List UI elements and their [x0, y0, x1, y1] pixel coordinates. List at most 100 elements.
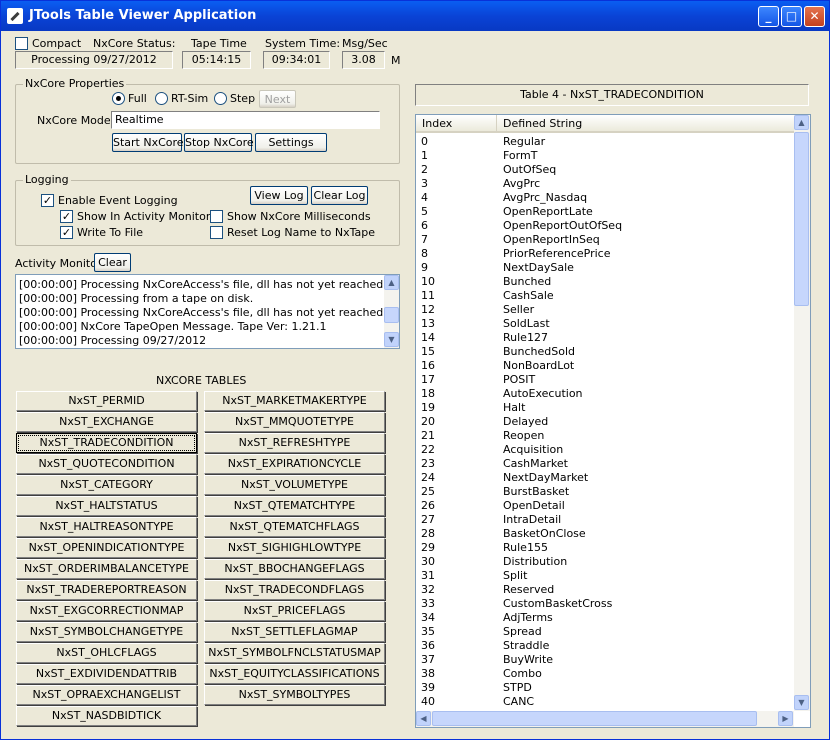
table-row[interactable]: 1 FormT	[416, 149, 796, 163]
table-row[interactable]: 7 OpenReportInSeq	[416, 233, 796, 247]
table-button-nxst-volumetype[interactable]: NxST_VOLUMETYPE	[204, 475, 385, 495]
show-nxcore-ms-checkbox[interactable]	[210, 210, 223, 223]
table-button-nxst-exdividendattrib[interactable]: NxST_EXDIVIDENDATTRIB	[16, 664, 197, 684]
view-log-button[interactable]: View Log	[250, 186, 308, 205]
table-row[interactable]: 39 STPD	[416, 681, 796, 695]
table-button-nxst-ohlcflags[interactable]: NxST_OHLCFLAGS	[16, 643, 197, 663]
table-row[interactable]: 22 Acquisition	[416, 443, 796, 457]
table-row[interactable]: 14 Rule127	[416, 331, 796, 345]
clear-log-button[interactable]: Clear Log	[311, 186, 368, 205]
table-row[interactable]: 34 AdjTerms	[416, 611, 796, 625]
table-button-nxst-exgcorrectionmap[interactable]: NxST_EXGCORRECTIONMAP	[16, 601, 197, 621]
table-row[interactable]: 9 NextDaySale	[416, 261, 796, 275]
table-row[interactable]: 5 OpenReportLate	[416, 205, 796, 219]
table-button-nxst-openindicationtype[interactable]: NxST_OPENINDICATIONTYPE	[16, 538, 197, 558]
table-row[interactable]: 17 POSIT	[416, 373, 796, 387]
table-button-nxst-quotecondition[interactable]: NxST_QUOTECONDITION	[16, 454, 197, 474]
scroll-down-icon[interactable]: ▼	[384, 332, 399, 347]
scroll-up-icon[interactable]: ▲	[384, 275, 399, 290]
minimize-button[interactable]: _	[758, 6, 779, 27]
table-row[interactable]: 6 OpenReportOutOfSeq	[416, 219, 796, 233]
mode-full-radio[interactable]	[112, 92, 125, 105]
table-row[interactable]: 32 Reserved	[416, 583, 796, 597]
table-button-nxst-symbolfnclstatusmap[interactable]: NxST_SYMBOLFNCLSTATUSMAP	[204, 643, 385, 663]
table-row[interactable]: 16 NonBoardLot	[416, 359, 796, 373]
table-button-nxst-nasdbidtick[interactable]: NxST_NASDBIDTICK	[16, 706, 197, 726]
settings-button[interactable]: Settings	[255, 133, 327, 152]
table-row[interactable]: 28 BasketOnClose	[416, 527, 796, 541]
table-button-nxst-tradereportreason[interactable]: NxST_TRADEREPORTREASON	[16, 580, 197, 600]
stop-nxcore-button[interactable]: Stop NxCore	[184, 133, 254, 152]
column-header-index[interactable]: Index	[416, 115, 497, 133]
table-button-nxst-tradecondition[interactable]: NxST_TRADECONDITION	[16, 433, 197, 453]
table-row[interactable]: 40 CANC	[416, 695, 796, 709]
reset-log-name-checkbox[interactable]	[210, 226, 223, 239]
table-row[interactable]: 35 Spread	[416, 625, 796, 639]
compact-checkbox[interactable]	[15, 37, 28, 50]
table-button-nxst-mmquotetype[interactable]: NxST_MMQUOTETYPE	[204, 412, 385, 432]
table-row[interactable]: 38 Combo	[416, 667, 796, 681]
table-button-nxst-category[interactable]: NxST_CATEGORY	[16, 475, 197, 495]
show-in-activity-monitor-checkbox[interactable]: ✓	[60, 210, 73, 223]
table-button-nxst-symbolchangetype[interactable]: NxST_SYMBOLCHANGETYPE	[16, 622, 197, 642]
defined-string-list[interactable]: Index Defined String 0 Regular 1 FormT 2 OutO…	[415, 114, 811, 728]
table-row[interactable]: 36 Straddle	[416, 639, 796, 653]
scroll-thumb[interactable]	[794, 132, 809, 306]
close-button[interactable]: ✕	[804, 6, 825, 27]
nxcore-mode-field[interactable]: Realtime	[111, 111, 380, 129]
table-row[interactable]: 18 AutoExecution	[416, 387, 796, 401]
scroll-thumb[interactable]	[432, 711, 757, 726]
table-row[interactable]: 0 Regular	[416, 135, 796, 149]
enable-event-logging-checkbox[interactable]: ✓	[41, 194, 54, 207]
table-button-nxst-exchange[interactable]: NxST_EXCHANGE	[16, 412, 197, 432]
scroll-up-icon[interactable]: ▲	[794, 115, 809, 130]
mode-rtsim-radio[interactable]	[155, 92, 168, 105]
table-row[interactable]: 11 CashSale	[416, 289, 796, 303]
table-row[interactable]: 12 Seller	[416, 303, 796, 317]
table-row[interactable]: 19 Halt	[416, 401, 796, 415]
table-button-nxst-equityclassifications[interactable]: NxST_EQUITYCLASSIFICATIONS	[204, 664, 385, 684]
next-button[interactable]: Next	[259, 90, 296, 108]
table-button-nxst-refreshtype[interactable]: NxST_REFRESHTYPE	[204, 433, 385, 453]
table-row[interactable]: 37 BuyWrite	[416, 653, 796, 667]
list-horizontal-scrollbar[interactable]: ◀ ▶	[416, 711, 794, 727]
table-button-nxst-orderimbalancetype[interactable]: NxST_ORDERIMBALANCETYPE	[16, 559, 197, 579]
table-button-nxst-priceflags[interactable]: NxST_PRICEFLAGS	[204, 601, 385, 621]
table-button-nxst-tradecondflags[interactable]: NxST_TRADECONDFLAGS	[204, 580, 385, 600]
table-row[interactable]: 29 Rule155	[416, 541, 796, 555]
column-header-defined-string[interactable]: Defined String	[497, 115, 796, 133]
table-button-nxst-haltreasontype[interactable]: NxST_HALTREASONTYPE	[16, 517, 197, 537]
table-button-nxst-qtematchflags[interactable]: NxST_QTEMATCHFLAGS	[204, 517, 385, 537]
scroll-left-icon[interactable]: ◀	[416, 711, 431, 726]
table-button-nxst-bbochangeflags[interactable]: NxST_BBOCHANGEFLAGS	[204, 559, 385, 579]
mode-step-radio[interactable]	[214, 92, 227, 105]
start-nxcore-button[interactable]: Start NxCore	[112, 133, 184, 152]
table-row[interactable]: 24 NextDayMarket	[416, 471, 796, 485]
maximize-button[interactable]: □	[781, 6, 802, 27]
scroll-thumb[interactable]	[384, 307, 399, 323]
table-row[interactable]: 20 Delayed	[416, 415, 796, 429]
table-row[interactable]: 31 Split	[416, 569, 796, 583]
table-row[interactable]: 26 OpenDetail	[416, 499, 796, 513]
table-row[interactable]: 13 SoldLast	[416, 317, 796, 331]
table-row[interactable]: 25 BurstBasket	[416, 485, 796, 499]
table-button-nxst-symboltypes[interactable]: NxST_SYMBOLTYPES	[204, 685, 385, 705]
table-row[interactable]: 21 Reopen	[416, 429, 796, 443]
scroll-down-icon[interactable]: ▼	[794, 695, 809, 710]
activity-scrollbar[interactable]: ▲ ▼	[384, 275, 399, 348]
table-row[interactable]: 33 CustomBasketCross	[416, 597, 796, 611]
table-row[interactable]: 15 BunchedSold	[416, 345, 796, 359]
table-button-nxst-sighighlowtype[interactable]: NxST_SIGHIGHLOWTYPE	[204, 538, 385, 558]
table-button-nxst-haltstatus[interactable]: NxST_HALTSTATUS	[16, 496, 197, 516]
table-button-nxst-qtematchtype[interactable]: NxST_QTEMATCHTYPE	[204, 496, 385, 516]
table-row[interactable]: 2 OutOfSeq	[416, 163, 796, 177]
table-row[interactable]: 8 PriorReferencePrice	[416, 247, 796, 261]
write-to-file-checkbox[interactable]: ✓	[60, 226, 73, 239]
table-row[interactable]: 10 Bunched	[416, 275, 796, 289]
table-row[interactable]: 27 IntraDetail	[416, 513, 796, 527]
table-row[interactable]: 30 Distribution	[416, 555, 796, 569]
activity-monitor-log[interactable]: [00:00:00] Processing NxCoreAccess's fil…	[15, 274, 400, 349]
table-button-nxst-settleflagmap[interactable]: NxST_SETTLEFLAGMAP	[204, 622, 385, 642]
table-row[interactable]: 23 CashMarket	[416, 457, 796, 471]
scroll-right-icon[interactable]: ▶	[778, 711, 793, 726]
